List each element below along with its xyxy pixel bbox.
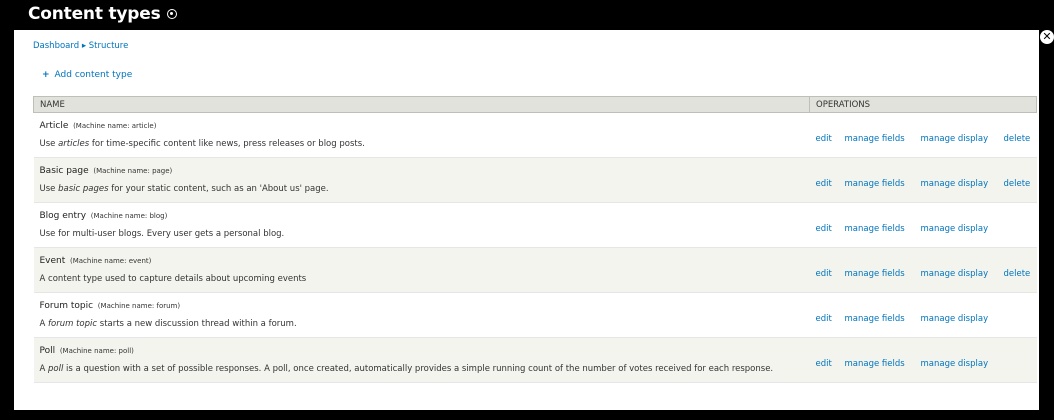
machine-name: (Machine name: article) — [73, 122, 157, 130]
manage-display-link[interactable]: manage display — [920, 337, 1004, 383]
content-type-name: Forum topic — [39, 301, 94, 311]
add-content-type-label[interactable]: Add content type — [55, 70, 133, 80]
page-title-text: Content types — [28, 4, 161, 24]
description-text: Use for multi-user blogs. Every user get… — [39, 229, 285, 239]
content-type-description: A content type used to capture details a… — [40, 274, 804, 284]
close-icon[interactable]: ✕ — [1040, 30, 1054, 44]
column-header-operations: OPERATIONS — [809, 96, 1037, 113]
content-type-cell: Forum topic (Machine name: forum) A forum… — [33, 292, 810, 338]
description-text: Use — [39, 139, 59, 149]
content-type-title: Poll (Machine name: poll) — [40, 346, 804, 356]
page-title: Content types — [28, 4, 177, 24]
overlay-content: Dashboard ▸ Structure + Add content type … — [14, 30, 1039, 410]
description-text: starts a new discussion thread within a … — [97, 319, 297, 329]
content-type-title: Blog entry (Machine name: blog) — [40, 211, 804, 221]
description-emphasis: articles — [58, 139, 90, 149]
content-type-description: Use articles for time-specific content l… — [40, 139, 804, 149]
content-type-name: Event — [39, 256, 66, 266]
machine-name: (Machine name: poll) — [59, 347, 134, 355]
description-text: is a question with a set of possible res… — [63, 364, 774, 374]
content-type-name: Article — [39, 121, 69, 131]
manage-fields-link[interactable]: manage fields — [844, 157, 921, 203]
content-type-description: A forum topic starts a new discussion th… — [40, 319, 804, 329]
content-types-table: NAME OPERATIONS Article (Machine name: a… — [33, 96, 1037, 383]
manage-display-link[interactable]: manage display — [920, 157, 1004, 203]
description-text: A content type used to capture details a… — [39, 274, 307, 284]
column-header-name: NAME — [33, 96, 810, 113]
content-type-cell: Basic page (Machine name: page) Use basic… — [33, 157, 810, 203]
manage-fields-link[interactable]: manage fields — [844, 247, 921, 293]
content-type-title: Event (Machine name: event) — [40, 256, 804, 266]
content-type-title: Forum topic (Machine name: forum) — [40, 301, 804, 311]
machine-name: (Machine name: forum) — [97, 302, 181, 310]
add-content-type-link[interactable]: + Add content type — [42, 70, 132, 80]
machine-name: (Machine name: blog) — [90, 212, 168, 220]
edit-link[interactable]: edit — [809, 337, 845, 383]
delete-link[interactable] — [1003, 202, 1037, 248]
content-type-description: Use basic pages for your static content,… — [40, 184, 804, 194]
machine-name: (Machine name: page) — [93, 167, 173, 175]
delete-link[interactable]: delete — [1003, 112, 1037, 158]
table-row: Forum topic (Machine name: forum) A forum… — [33, 292, 1037, 338]
edit-link[interactable]: edit — [809, 157, 845, 203]
description-emphasis: forum topic — [48, 319, 98, 329]
content-type-title: Article (Machine name: article) — [40, 121, 804, 131]
table-row: Blog entry (Machine name: blog) Use for m… — [33, 202, 1037, 248]
manage-display-link[interactable]: manage display — [920, 292, 1004, 338]
manage-display-link[interactable]: manage display — [920, 112, 1004, 158]
content-type-name: Poll — [39, 346, 56, 356]
manage-fields-link[interactable]: manage fields — [844, 112, 921, 158]
delete-link[interactable]: delete — [1003, 157, 1037, 203]
edit-link[interactable]: edit — [809, 112, 845, 158]
description-text: for time-specific content like news, pre… — [89, 139, 365, 149]
overlay-titlebar: Content types — [0, 0, 1054, 30]
content-type-description: Use for multi-user blogs. Every user get… — [40, 229, 804, 239]
manage-fields-link[interactable]: manage fields — [844, 337, 921, 383]
shortcut-toggle-icon[interactable] — [166, 9, 177, 19]
content-type-cell: Event (Machine name: event) A content typ… — [33, 247, 810, 293]
description-text: Use — [39, 184, 59, 194]
delete-link[interactable]: delete — [1003, 247, 1037, 293]
table-header-row: NAME OPERATIONS — [33, 96, 1037, 113]
description-emphasis: basic pages — [58, 184, 109, 194]
breadcrumb[interactable]: Dashboard ▸ Structure — [33, 41, 128, 51]
table-row: Event (Machine name: event) A content typ… — [33, 247, 1037, 293]
content-type-cell: Poll (Machine name: poll) A poll is a que… — [33, 337, 810, 383]
table-row: Poll (Machine name: poll) A poll is a que… — [33, 337, 1037, 383]
table-row: Article (Machine name: article) Use artic… — [33, 112, 1037, 158]
content-type-cell: Article (Machine name: article) Use artic… — [33, 112, 810, 158]
delete-link[interactable] — [1003, 337, 1037, 383]
content-type-title: Basic page (Machine name: page) — [40, 166, 804, 176]
delete-link[interactable] — [1003, 292, 1037, 338]
content-type-description: A poll is a question with a set of possi… — [40, 364, 804, 374]
content-type-name: Basic page — [39, 166, 89, 176]
description-text: A — [39, 364, 49, 374]
description-text: A — [39, 319, 49, 329]
content-type-name: Blog entry — [39, 211, 87, 221]
manage-fields-link[interactable]: manage fields — [844, 202, 921, 248]
machine-name: (Machine name: event) — [70, 257, 152, 265]
content-type-cell: Blog entry (Machine name: blog) Use for m… — [33, 202, 810, 248]
plus-icon: + — [42, 70, 50, 80]
manage-display-link[interactable]: manage display — [920, 247, 1004, 293]
edit-link[interactable]: edit — [809, 202, 845, 248]
manage-display-link[interactable]: manage display — [920, 202, 1004, 248]
table-row: Basic page (Machine name: page) Use basic… — [33, 157, 1037, 203]
edit-link[interactable]: edit — [809, 292, 845, 338]
edit-link[interactable]: edit — [809, 247, 845, 293]
description-text: for your static content, such as an 'Abo… — [108, 184, 329, 194]
manage-fields-link[interactable]: manage fields — [844, 292, 921, 338]
description-emphasis: poll — [48, 364, 64, 374]
